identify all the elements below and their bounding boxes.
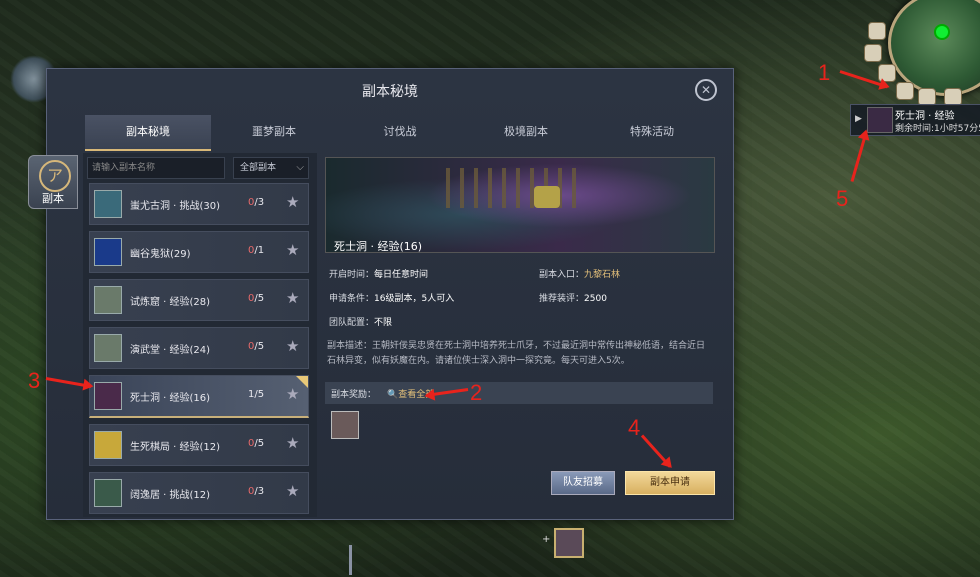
panel-title: 副本秘境 [362, 84, 418, 100]
star-icon[interactable]: ★ [286, 337, 299, 355]
annotation-3: 3 [28, 368, 41, 393]
dungeon-emblem-icon: ア [39, 160, 71, 192]
dungeon-list: 蚩尤古洞 · 挑战(30) 0/3 ★ 幽谷鬼狱(29) 0/1 ★ 试炼窟 ·… [89, 183, 309, 520]
star-icon[interactable]: ★ [286, 434, 299, 452]
banner-title: 死士洞 · 经验(16) [334, 240, 423, 253]
recommended-gear-row: 推荐装评：2500 [539, 294, 607, 304]
dungeon-name: 蚩尤古洞 · 挑战(30) [130, 201, 221, 212]
dungeon-thumbnail [94, 479, 122, 507]
entrance-link: 九黎石林 [584, 270, 621, 280]
close-icon[interactable]: ✕ [695, 79, 717, 101]
annotation-4: 4 [628, 415, 641, 440]
banner-emblem-icon [534, 186, 560, 208]
dungeon-thumbnail [94, 431, 122, 459]
dungeon-name: 生死棋局 · 经验(12) [130, 442, 221, 453]
tab-nightmare[interactable]: 噩梦副本 [211, 115, 337, 149]
filter-dropdown[interactable]: 全部副本 ⌵ [233, 157, 309, 179]
apply-dungeon-button[interactable]: 副本申请 [625, 471, 715, 495]
open-time-row: 开启时间：每日任意时间 [329, 270, 429, 280]
star-icon[interactable]: ★ [286, 193, 299, 211]
dungeon-detail: 死士洞 · 经验(16) 开启时间：每日任意时间 副本入口：九黎石林 申请条件：… [323, 153, 715, 517]
list-item[interactable]: 幽谷鬼狱(29) 0/1 ★ [89, 231, 309, 273]
annotation-1: 1 [818, 60, 831, 85]
entry-count: 1/5 [248, 389, 265, 400]
dungeon-list-pane: 请输入副本名称 全部副本 ⌵ 蚩尤古洞 · 挑战(30) 0/3 ★ 幽谷鬼狱(… [83, 153, 352, 575]
list-item[interactable]: 蚩尤古洞 · 挑战(30) 0/3 ★ [89, 183, 309, 225]
dungeon-thumbnail [94, 238, 122, 266]
dungeon-name: 试炼窟 · 经验(28) [130, 297, 211, 308]
team-config-row: 团队配置：不限 [329, 318, 393, 328]
reward-label: 副本奖励： [331, 390, 377, 400]
list-item-selected[interactable]: 死士洞 · 经验(16) 1/5 ★ [89, 375, 309, 418]
dungeon-thumbnail [94, 286, 122, 314]
minimap-button-icon[interactable] [896, 82, 914, 100]
tab-dungeon-realm[interactable]: 副本秘境 [85, 115, 211, 151]
list-item[interactable]: 生死棋局 · 经验(12) 0/5 ★ [89, 424, 309, 466]
star-icon[interactable]: ★ [286, 482, 299, 500]
entry-count: 0/1 [248, 245, 265, 256]
filter-value: 全部副本 [240, 163, 277, 173]
dungeon-name: 幽谷鬼狱(29) [130, 249, 191, 260]
player-marker-icon [934, 24, 950, 40]
dungeon-panel: 副本秘境 ✕ 副本秘境 噩梦副本 讨伐战 极境副本 特殊活动 请输入副本名称 全… [46, 68, 734, 575]
entry-count: 0/3 [248, 486, 265, 497]
tab-bar: 副本秘境 噩梦副本 讨伐战 极境副本 特殊活动 [85, 115, 725, 151]
minimap-button-icon[interactable] [864, 44, 882, 62]
entry-count: 0/5 [248, 438, 265, 449]
list-item[interactable]: 阔逸居 · 挑战(12) 0/3 ★ [89, 472, 309, 514]
star-icon[interactable]: ★ [286, 289, 299, 307]
banner-spikes [446, 168, 586, 208]
hotbar-slot[interactable] [554, 528, 584, 558]
reward-bar: 副本奖励： 🔍查看全部 [325, 382, 713, 404]
tab-special-event[interactable]: 特殊活动 [589, 115, 715, 149]
recruit-button[interactable]: 队友招募 [551, 471, 615, 495]
quest-thumbnail [867, 107, 893, 133]
tab-extreme[interactable]: 极境副本 [463, 115, 589, 149]
dungeon-name: 阔逸居 · 挑战(12) [130, 490, 211, 501]
reward-item-icon[interactable] [331, 411, 359, 439]
dungeon-description: 副本描述：王朝奸佞吴忠贤在死士洞中培养死士爪牙，不过最近洞中常传出神秘低语，结合… [327, 341, 706, 366]
side-tab-label: 副本 [42, 192, 64, 205]
entry-count: 0/5 [248, 293, 265, 304]
entrance-row: 副本入口：九黎石林 [539, 270, 621, 280]
plus-icon: + [542, 534, 551, 545]
list-item[interactable]: 试炼窟 · 经验(28) 0/5 ★ [89, 279, 309, 321]
entry-count: 0/5 [248, 341, 265, 352]
dungeon-thumbnail [94, 190, 122, 218]
entry-count: 0/3 [248, 197, 265, 208]
list-scrollbar[interactable] [349, 545, 352, 575]
apply-condition-row: 申请条件：16级副本，5人可入 [329, 294, 455, 304]
chevron-down-icon: ⌵ [296, 162, 304, 173]
dungeon-thumbnail [94, 334, 122, 362]
annotation-5: 5 [836, 186, 849, 211]
dungeon-thumbnail [94, 382, 122, 410]
list-item[interactable]: 演武堂 · 经验(24) 0/5 ★ [89, 327, 309, 369]
dungeon-name: 演武堂 · 经验(24) [130, 345, 211, 356]
minimap-button-icon[interactable] [868, 22, 886, 40]
search-input[interactable]: 请输入副本名称 [87, 157, 225, 179]
quest-title: 死士洞 · 经验 [895, 111, 955, 122]
quest-remaining-time: 剩余时间:1小时57分5 [895, 124, 980, 134]
star-icon[interactable]: ★ [286, 241, 299, 259]
side-tab-dungeon[interactable]: ア 副本 [28, 155, 78, 209]
annotation-2: 2 [470, 380, 483, 405]
expand-arrow-icon[interactable]: ▶ [855, 114, 862, 124]
dungeon-name: 死士洞 · 经验(16) [130, 393, 211, 404]
dungeon-banner-image: 死士洞 · 经验(16) [325, 157, 715, 253]
selected-corner-icon [296, 376, 308, 388]
tab-crusade[interactable]: 讨伐战 [337, 115, 463, 149]
